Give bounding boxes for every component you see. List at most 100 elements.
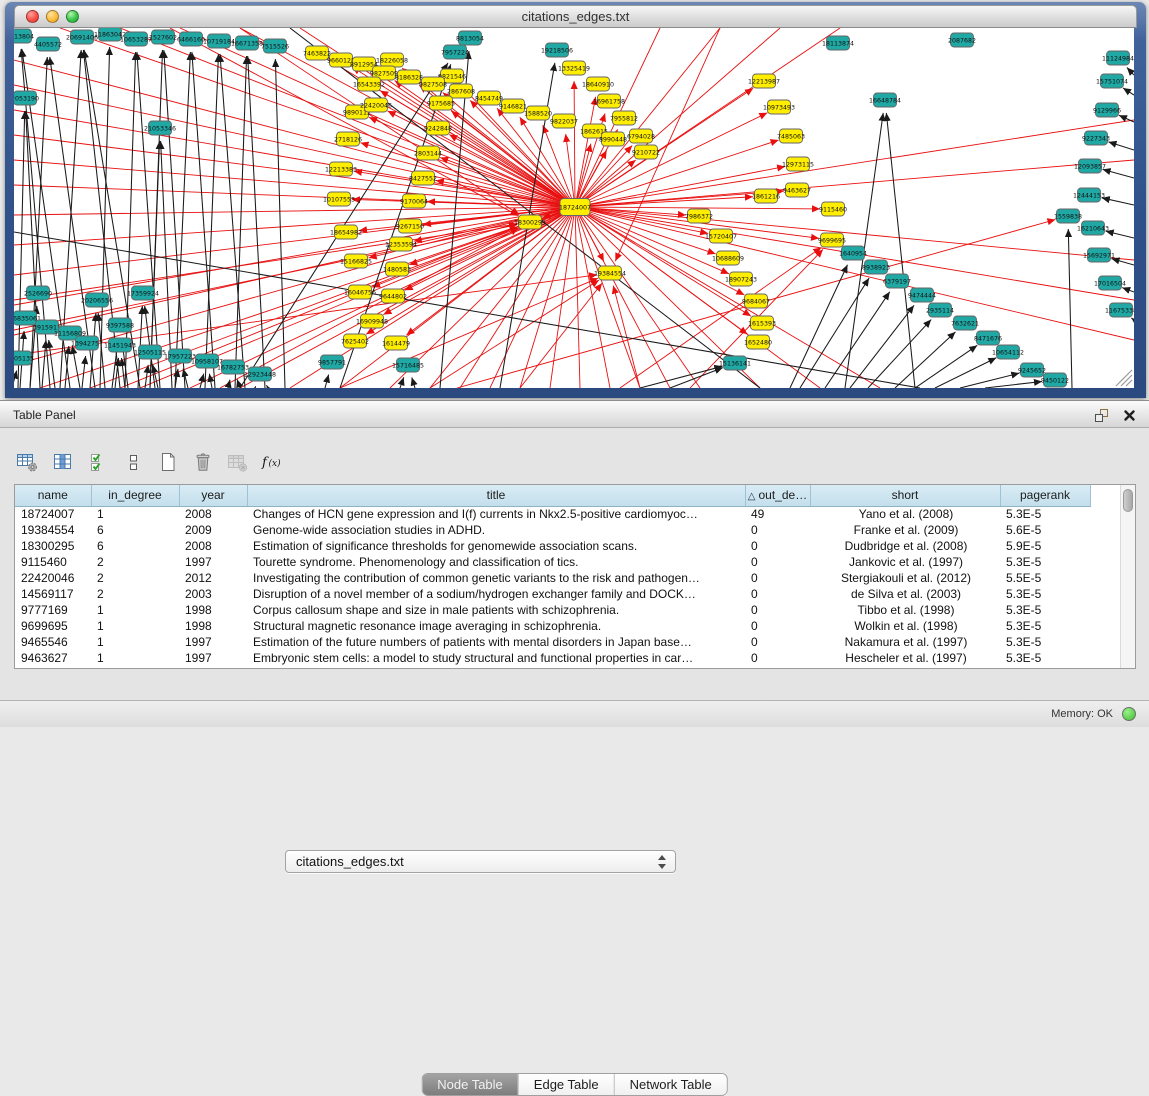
graph-edge[interactable] xyxy=(1123,88,1134,95)
graph-edge[interactable] xyxy=(82,356,86,388)
graph-edge[interactable] xyxy=(18,111,25,388)
graph-edge[interactable] xyxy=(575,207,610,388)
graph-node[interactable]: 2526690 xyxy=(24,286,52,300)
graph-node[interactable]: 12213987 xyxy=(748,74,780,88)
graph-node[interactable]: 12353594 xyxy=(385,237,417,251)
resize-grip-icon[interactable] xyxy=(1116,370,1132,386)
table-cell[interactable]: 6 xyxy=(91,522,179,538)
table-settings-icon[interactable] xyxy=(14,450,41,474)
table-cell[interactable]: 5.3E-5 xyxy=(1000,650,1090,666)
graph-node[interactable]: 9463627 xyxy=(783,183,811,197)
graph-node[interactable]: 7955812 xyxy=(610,111,638,125)
column-header[interactable]: short xyxy=(810,485,1000,506)
table-cell[interactable]: Wolkin et al. (1998) xyxy=(810,618,1000,634)
graph-edge[interactable] xyxy=(14,207,575,305)
table-cell[interactable]: 0 xyxy=(745,538,810,554)
graph-edge[interactable] xyxy=(65,346,69,388)
graph-edge[interactable] xyxy=(960,373,1019,388)
graph-node[interactable]: 22420046 xyxy=(360,98,392,112)
graph-node[interactable]: 16671358 xyxy=(231,36,263,50)
minimize-window-button[interactable] xyxy=(46,10,59,23)
table-cell[interactable]: 1997 xyxy=(179,634,247,650)
graph-node[interactable]: 10688609 xyxy=(712,251,744,265)
graph-edge[interactable] xyxy=(574,81,575,207)
graph-edge[interactable] xyxy=(275,59,285,388)
graph-node[interactable]: 2935114 xyxy=(926,303,954,317)
graph-node[interactable]: 1861216 xyxy=(752,189,780,203)
table-cell[interactable]: 2009 xyxy=(179,522,247,538)
function-builder-icon[interactable]: f (x) xyxy=(259,450,286,474)
graph-node[interactable]: 1615393 xyxy=(748,316,776,330)
graph-edge[interactable] xyxy=(164,50,185,388)
table-cell[interactable]: 9465546 xyxy=(15,634,91,650)
graph-node[interactable]: 16909948 xyxy=(356,314,388,328)
graph-edge[interactable] xyxy=(14,207,575,275)
column-header[interactable]: title xyxy=(247,485,745,506)
graph-edge[interactable] xyxy=(412,377,415,388)
table-cell[interactable]: Estimation of the future numbers of pati… xyxy=(247,634,745,650)
graph-edge[interactable] xyxy=(14,371,17,388)
table-cell[interactable]: 5.9E-5 xyxy=(1000,538,1090,554)
graph-node[interactable]: 8938923 xyxy=(862,260,890,274)
graph-edge[interactable] xyxy=(248,56,265,388)
graph-node[interactable]: 8471676 xyxy=(974,331,1002,345)
graph-node[interactable]: 7625402 xyxy=(341,334,369,348)
graph-node[interactable]: 1640954 xyxy=(839,246,867,260)
graph-node[interactable]: 7986372 xyxy=(685,209,713,223)
table-cell[interactable]: 6 xyxy=(91,538,179,554)
graph-node[interactable]: 6466160 xyxy=(177,32,205,46)
table-cell[interactable]: 5.3E-5 xyxy=(1000,586,1090,602)
graph-node[interactable]: 13325419 xyxy=(558,61,590,75)
table-source-dropdown[interactable]: citations_edges.txt xyxy=(285,850,676,873)
graph-node[interactable]: 2087682 xyxy=(948,33,976,47)
graph-node[interactable]: 9129966 xyxy=(1093,103,1121,117)
graph-node[interactable]: 10107553 xyxy=(323,192,355,206)
tab-edge-table[interactable]: Edge Table xyxy=(518,1074,614,1095)
table-cell[interactable]: 9463627 xyxy=(15,650,91,666)
graph-edge[interactable] xyxy=(72,346,80,388)
graph-edge[interactable] xyxy=(575,160,1134,207)
graph-node[interactable]: 12973115 xyxy=(782,157,814,171)
graph-edge[interactable] xyxy=(868,320,931,388)
table-vertical-scrollbar[interactable] xyxy=(1120,485,1135,668)
graph-node[interactable]: 8990448 xyxy=(599,132,627,146)
graph-node[interactable]: 9210722 xyxy=(632,145,660,159)
table-cell[interactable]: 5.6E-5 xyxy=(1000,522,1090,538)
table-cell[interactable]: 0 xyxy=(745,586,810,602)
graph-node[interactable]: 2867608 xyxy=(447,84,475,98)
table-cell[interactable]: Structural magnetic resonance image aver… xyxy=(247,618,745,634)
graph-node[interactable]: 18724007 xyxy=(559,199,591,216)
table-row[interactable]: 946554611997Estimation of the future num… xyxy=(15,634,1090,650)
table-cell[interactable]: 1998 xyxy=(179,602,247,618)
table-cell[interactable]: 14569117 xyxy=(15,586,91,602)
table-cell[interactable]: Nakamura et al. (1997) xyxy=(810,634,1000,650)
table-cell[interactable]: de Silva et al. (2003) xyxy=(810,586,1000,602)
graph-node[interactable]: 9822037 xyxy=(550,114,578,128)
graph-node[interactable]: 12444153 xyxy=(1073,188,1105,202)
graph-node[interactable]: 16543392 xyxy=(353,77,385,91)
graph-node[interactable]: 1480583 xyxy=(383,262,411,276)
graph-node[interactable]: 2718126 xyxy=(334,132,362,146)
table-cell[interactable]: 1997 xyxy=(179,554,247,570)
graph-node[interactable]: 9146821 xyxy=(499,99,527,113)
graph-edge[interactable] xyxy=(886,113,915,388)
graph-node[interactable]: 1652480 xyxy=(744,335,772,349)
table-cell[interactable]: 5.3E-5 xyxy=(1000,602,1090,618)
table-cell[interactable]: 1 xyxy=(91,618,179,634)
graph-node[interactable]: 9245652 xyxy=(1018,363,1046,377)
table-cell[interactable]: 18724007 xyxy=(15,506,91,522)
graph-node[interactable]: 4405572 xyxy=(34,37,62,51)
graph-edge[interactable] xyxy=(200,374,204,388)
table-cell[interactable]: 2008 xyxy=(179,538,247,554)
graph-node[interactable]: 7957224 xyxy=(441,45,469,59)
graph-edge[interactable] xyxy=(400,377,404,388)
graph-node[interactable]: 15136141 xyxy=(719,356,751,370)
table-cell[interactable]: 2003 xyxy=(179,586,247,602)
graph-node[interactable]: 15751074 xyxy=(1096,74,1128,88)
table-cell[interactable]: Estimation of significance thresholds fo… xyxy=(247,538,745,554)
graph-edge[interactable] xyxy=(1106,231,1134,238)
graph-edge[interactable] xyxy=(1102,198,1134,205)
table-row[interactable]: 977716911998Corpus callosum shape and si… xyxy=(15,602,1090,618)
graph-edge[interactable] xyxy=(30,57,47,388)
graph-node[interactable]: 15166825 xyxy=(340,254,372,268)
